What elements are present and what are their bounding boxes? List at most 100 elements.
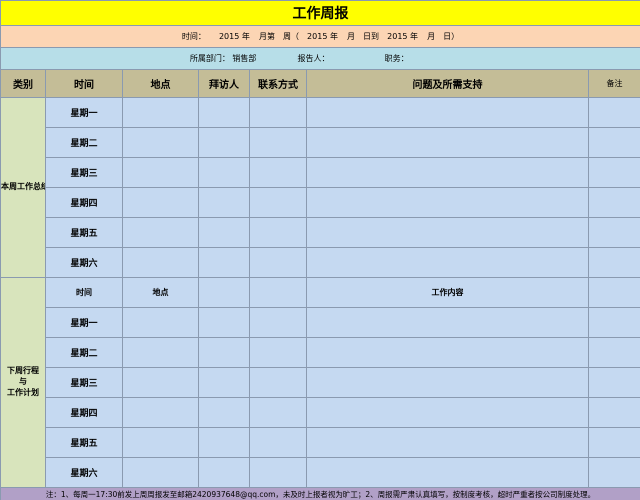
visitor-cell[interactable] — [198, 97, 250, 128]
time-range-cell[interactable]: 时间： 2015 年 月第 周（ 2015 年 月 日到 2015 年 月 日） — [0, 25, 640, 48]
day-cell[interactable]: 星期一 — [45, 307, 123, 338]
header-category[interactable]: 类别 — [0, 69, 46, 98]
note-cell[interactable] — [587, 307, 640, 338]
note-cell[interactable] — [587, 337, 640, 368]
place-cell[interactable] — [122, 187, 199, 218]
contact-cell[interactable] — [249, 337, 307, 368]
visitor-cell[interactable] — [198, 187, 250, 218]
report-title[interactable]: 工作周报 — [0, 0, 640, 26]
visitor-cell[interactable] — [198, 277, 250, 308]
dept-info-cell[interactable]: 所属部门： 销售部 报告人： 职务： — [0, 47, 640, 70]
subheader-content[interactable]: 工作内容 — [306, 277, 589, 308]
visitor-cell[interactable] — [198, 157, 250, 188]
day-cell[interactable]: 星期五 — [45, 427, 123, 458]
place-cell[interactable] — [122, 337, 199, 368]
contact-cell[interactable] — [249, 457, 307, 488]
day-cell[interactable]: 星期六 — [45, 457, 123, 488]
contact-cell[interactable] — [249, 307, 307, 338]
place-cell[interactable] — [122, 307, 199, 338]
header-place[interactable]: 地点 — [122, 69, 199, 98]
note-cell[interactable] — [587, 97, 640, 128]
content-cell[interactable] — [306, 457, 589, 488]
issues-cell[interactable] — [306, 157, 589, 188]
place-cell[interactable] — [122, 367, 199, 398]
note-cell[interactable] — [587, 127, 640, 158]
subheader-place[interactable]: 地点 — [122, 277, 199, 308]
time-label: 时间： — [181, 32, 206, 41]
contact-cell[interactable] — [249, 127, 307, 158]
visitor-cell[interactable] — [198, 217, 250, 248]
day-cell[interactable]: 星期二 — [45, 127, 123, 158]
category-next-week[interactable]: 下周行程 与 工作计划 — [0, 277, 46, 488]
content-cell[interactable] — [306, 397, 589, 428]
place-cell[interactable] — [122, 457, 199, 488]
note-cell[interactable] — [587, 367, 640, 398]
table-row: 星期六 — [1, 457, 640, 488]
place-cell[interactable] — [122, 157, 199, 188]
day-cell[interactable]: 星期六 — [45, 247, 123, 278]
table-row: 下周行程 与 工作计划 时间 地点 工作内容 — [0, 277, 640, 488]
note-cell[interactable] — [587, 247, 640, 278]
place-cell[interactable] — [122, 97, 199, 128]
note-cell[interactable] — [587, 427, 640, 458]
issues-cell[interactable] — [306, 97, 589, 128]
contact-cell[interactable] — [249, 157, 307, 188]
visitor-cell[interactable] — [198, 457, 250, 488]
header-note[interactable]: 备注 — [587, 69, 640, 98]
contact-cell[interactable] — [249, 247, 307, 278]
day-cell[interactable]: 星期四 — [45, 187, 123, 218]
dept-label: 所属部门： — [189, 54, 230, 63]
visitor-cell[interactable] — [198, 367, 250, 398]
place-cell[interactable] — [122, 247, 199, 278]
place-cell[interactable] — [122, 397, 199, 428]
visitor-cell[interactable] — [198, 337, 250, 368]
place-cell[interactable] — [122, 127, 199, 158]
issues-cell[interactable] — [306, 187, 589, 218]
place-cell[interactable] — [122, 427, 199, 458]
contact-cell[interactable] — [249, 187, 307, 218]
note-cell[interactable] — [587, 157, 640, 188]
visitor-cell[interactable] — [198, 427, 250, 458]
note-cell[interactable] — [587, 277, 640, 308]
issues-cell[interactable] — [306, 247, 589, 278]
day-cell[interactable]: 星期三 — [45, 367, 123, 398]
note-cell[interactable] — [587, 217, 640, 248]
note-cell[interactable] — [587, 187, 640, 218]
content-cell[interactable] — [306, 307, 589, 338]
day-cell[interactable]: 星期二 — [45, 337, 123, 368]
day-cell[interactable]: 星期一 — [45, 97, 123, 128]
day-cell[interactable]: 星期四 — [45, 397, 123, 428]
contact-cell[interactable] — [249, 97, 307, 128]
table-row: 星期四 — [1, 397, 640, 428]
issues-cell[interactable] — [306, 127, 589, 158]
day-cell[interactable]: 星期五 — [45, 217, 123, 248]
note-cell[interactable] — [587, 457, 640, 488]
content-cell[interactable] — [306, 427, 589, 458]
contact-cell[interactable] — [249, 427, 307, 458]
contact-cell[interactable] — [249, 397, 307, 428]
time-month-day-to: 月 日到 — [347, 32, 380, 41]
header-time[interactable]: 时间 — [45, 69, 123, 98]
issues-cell[interactable] — [306, 217, 589, 248]
footer-note[interactable]: 注：1、每周一17:30前发上周周报发至邮箱2420937648@qq.com，… — [0, 487, 640, 500]
time-week-text: 月第 周（ — [258, 32, 299, 41]
day-cell[interactable]: 星期三 — [45, 157, 123, 188]
contact-cell[interactable] — [249, 367, 307, 398]
visitor-cell[interactable] — [198, 307, 250, 338]
report-table: 工作周报 时间： 2015 年 月第 周（ 2015 年 月 日到 2015 年… — [0, 0, 640, 500]
subheader-time[interactable]: 时间 — [45, 277, 123, 308]
header-issues[interactable]: 问题及所需支持 — [306, 69, 589, 98]
contact-cell[interactable] — [249, 217, 307, 248]
content-cell[interactable] — [306, 337, 589, 368]
note-cell[interactable] — [587, 397, 640, 428]
visitor-cell[interactable] — [198, 397, 250, 428]
reporter-label: 报告人： — [297, 54, 330, 63]
visitor-cell[interactable] — [198, 127, 250, 158]
visitor-cell[interactable] — [198, 247, 250, 278]
category-this-week[interactable]: 本周工作总结 — [0, 97, 46, 278]
header-visitor[interactable]: 拜访人 — [198, 69, 250, 98]
content-cell[interactable] — [306, 367, 589, 398]
contact-cell[interactable] — [249, 277, 307, 308]
place-cell[interactable] — [122, 217, 199, 248]
header-contact[interactable]: 联系方式 — [249, 69, 307, 98]
